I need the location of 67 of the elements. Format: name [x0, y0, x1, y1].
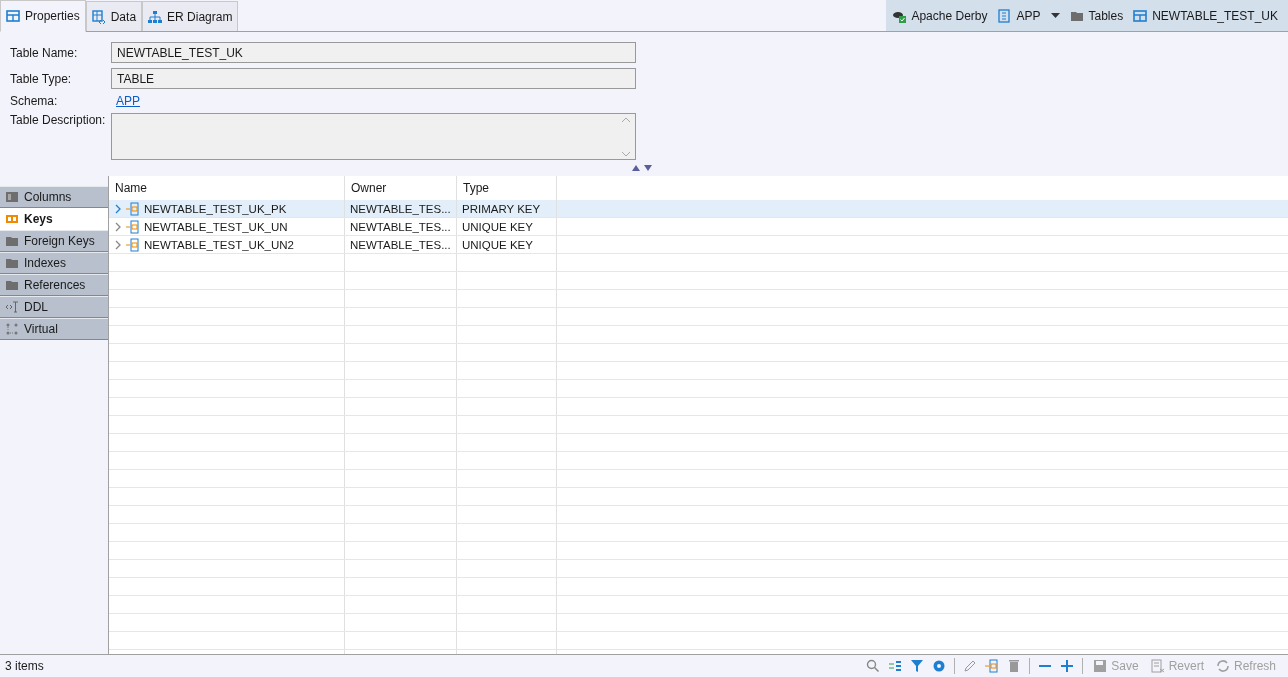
description-field[interactable]	[111, 113, 636, 160]
table-cell: NEWTABLE_TES...	[345, 200, 457, 217]
breadcrumb-item[interactable]: NEWTABLE_TEST_UK	[1133, 8, 1278, 23]
floppy-icon	[1093, 659, 1108, 673]
revert-icon	[1150, 659, 1165, 673]
breadcrumb-item[interactable]: Apache Derby	[892, 8, 988, 23]
table-row[interactable]: NEWTABLE_TEST_UK_UN2 NEWTABLE_TES... UNIQUE KEY	[109, 236, 1288, 254]
expand-icon[interactable]	[114, 203, 122, 214]
table-cell: NEWTABLE_TEST_UK_UN	[144, 220, 288, 233]
editor-tab[interactable]: ER Diagram	[142, 1, 239, 31]
expand-icon[interactable]	[114, 221, 122, 232]
table-cell: UNIQUE KEY	[457, 236, 557, 253]
side-tab[interactable]: DDL	[0, 296, 108, 318]
table-cell: NEWTABLE_TEST_UK_UN2	[144, 238, 294, 251]
table-cell: PRIMARY KEY	[457, 200, 557, 217]
settings-icon[interactable]	[932, 659, 947, 673]
field-label: Table Name:	[10, 45, 79, 60]
hierarchy-icon	[148, 9, 163, 24]
table-name-field[interactable]: NEWTABLE_TEST_UK	[111, 42, 636, 63]
code-icon	[5, 300, 19, 314]
side-tab[interactable]: Virtual	[0, 318, 108, 340]
key-icon	[126, 219, 140, 234]
side-tab[interactable]: Keys	[0, 208, 108, 230]
field-label: Table Type:	[10, 71, 73, 86]
plus-icon[interactable]	[1060, 659, 1075, 673]
table-type-field[interactable]: TABLE	[111, 68, 636, 89]
refresh-icon	[1215, 659, 1230, 673]
editor-tab[interactable]: Data	[85, 1, 143, 31]
key-icon	[126, 237, 140, 252]
side-tab[interactable]: Indexes	[0, 252, 108, 274]
key-icon	[126, 201, 140, 216]
expand-icon[interactable]	[114, 239, 122, 250]
folder-icon	[5, 278, 19, 292]
table-icon	[1133, 8, 1148, 23]
key-icon	[5, 212, 19, 226]
field-label: Table Description:	[10, 113, 107, 127]
table-row[interactable]: NEWTABLE_TEST_UK_UN NEWTABLE_TES... UNIQUE KEY	[109, 218, 1288, 236]
grid-icon	[91, 9, 106, 24]
folder-icon	[5, 234, 19, 248]
table-cell: UNIQUE KEY	[457, 218, 557, 235]
breadcrumb-item[interactable]: Tables	[1069, 8, 1124, 23]
table-cell: NEWTABLE_TES...	[345, 218, 457, 235]
scroll-arrows-icon	[622, 117, 630, 157]
pencil-icon[interactable]	[963, 659, 978, 673]
table-row[interactable]: NEWTABLE_TEST_UK_PK NEWTABLE_TES... PRIMARY KEY	[109, 200, 1288, 218]
table-cell: NEWTABLE_TEST_UK_PK	[144, 202, 287, 215]
filter-icon[interactable]	[910, 659, 925, 673]
add-key-icon[interactable]	[985, 659, 1000, 673]
columns-icon	[5, 190, 19, 204]
item-count: 3 items	[5, 659, 44, 673]
nodes-icon	[5, 322, 19, 336]
document-icon	[997, 8, 1012, 23]
side-tab[interactable]: Columns	[0, 186, 108, 208]
editor-tab[interactable]: Properties	[0, 0, 86, 32]
dropdown-icon[interactable]	[1050, 12, 1060, 19]
side-tab[interactable]: References	[0, 274, 108, 296]
table-icon	[6, 9, 20, 23]
trash-icon[interactable]	[1007, 659, 1022, 673]
folder-icon	[5, 256, 19, 270]
table-cell: NEWTABLE_TES...	[345, 236, 457, 253]
columns-icon[interactable]	[888, 659, 903, 673]
schema-link[interactable]: APP	[111, 94, 140, 108]
search-icon[interactable]	[866, 659, 881, 673]
breadcrumb-item[interactable]: APP	[997, 8, 1041, 23]
field-label: Schema:	[10, 94, 59, 108]
side-tab[interactable]: Foreign Keys	[0, 230, 108, 252]
splitter-arrows-icon[interactable]	[632, 165, 654, 171]
